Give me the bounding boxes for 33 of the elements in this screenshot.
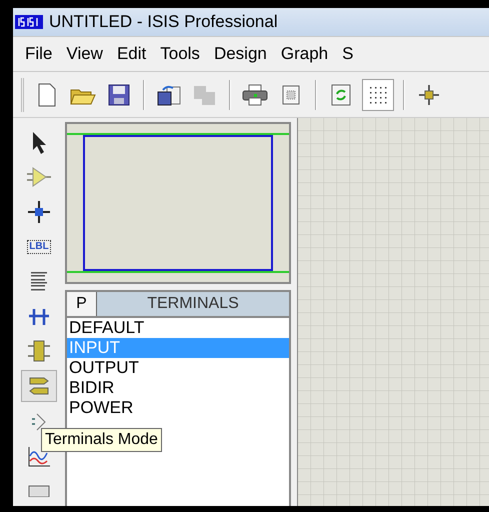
- terminal-icon: [28, 376, 50, 396]
- disk-import-icon: [157, 84, 181, 106]
- menu-item[interactable]: File: [25, 41, 52, 67]
- menu-item[interactable]: Design: [214, 41, 267, 67]
- graph-icon: [27, 446, 51, 468]
- printer-icon: [242, 84, 268, 106]
- page-icon: [282, 84, 300, 104]
- pointer-arrow-icon: [31, 130, 47, 155]
- menu-item[interactable]: S: [342, 41, 354, 67]
- origin-icon: [418, 84, 440, 106]
- menu-item[interactable]: Graph: [280, 41, 328, 67]
- menu-item[interactable]: View: [66, 41, 103, 67]
- list-item[interactable]: OUTPUT: [67, 358, 289, 378]
- bus-icon: [28, 307, 50, 326]
- app-logo-icon: [15, 15, 43, 29]
- list-item[interactable]: BIDIR: [67, 378, 289, 398]
- toolbar-button[interactable]: [362, 78, 394, 110]
- list-item[interactable]: DEFAULT: [67, 318, 289, 338]
- subcircuit-icon: [27, 338, 51, 363]
- new-file-icon: [37, 82, 57, 106]
- tooltip: Terminals Mode: [41, 428, 162, 452]
- menu-item[interactable]: Tools: [160, 41, 200, 67]
- wire-label-icon: LBL: [27, 240, 51, 254]
- menu-item[interactable]: Edit: [116, 41, 146, 67]
- selector-title: TERMINALS: [146, 294, 240, 314]
- tool-button[interactable]: LBL: [21, 232, 57, 262]
- list-item[interactable]: POWER: [67, 398, 289, 418]
- window-title: UNTITLED - ISIS Professional: [49, 11, 278, 34]
- component-icon: [27, 166, 51, 188]
- refresh-icon: [331, 84, 351, 106]
- junction-dot-icon: [27, 200, 51, 224]
- text-script-icon: [29, 270, 49, 292]
- pick-button[interactable]: P: [67, 292, 97, 316]
